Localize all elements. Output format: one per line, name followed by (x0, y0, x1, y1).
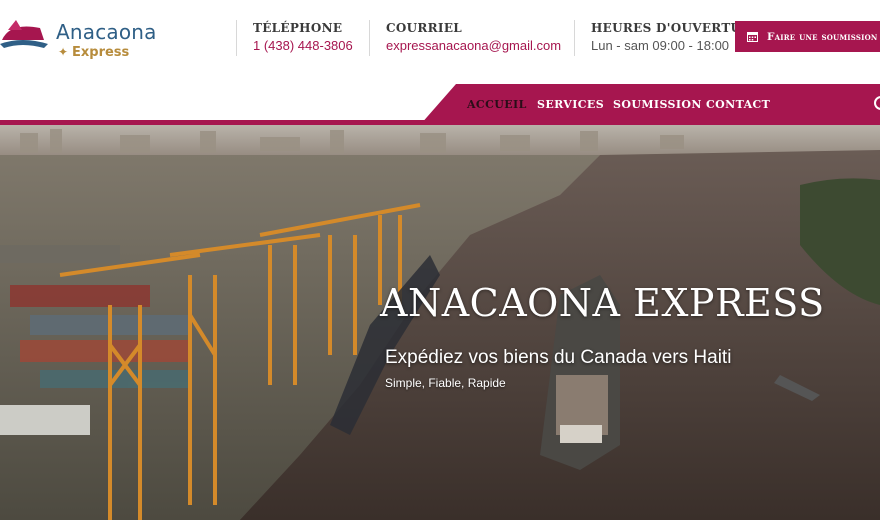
nav-contact[interactable]: CONTACT (706, 98, 770, 111)
hero-tagline: Simple, Fiable, Rapide (385, 376, 506, 390)
hero-title: ANACAONA EXPRESS (380, 281, 825, 325)
logo[interactable]: Anacaona ✦ Express (0, 14, 200, 66)
phone-block: TÉLÉPHONE 1 (438) 448-3806 (236, 20, 353, 56)
email-link[interactable]: expressanacaona@gmail.com (386, 36, 561, 56)
email-title: COURRIEL (386, 21, 463, 35)
ship-logo-icon (0, 20, 48, 48)
hours-block: HEURES D'OUVERTURE Lun - sam 09:00 - 18:… (574, 20, 761, 56)
logo-subtitle: Express (72, 45, 130, 60)
hero-subtitle: Expédiez vos biens du Canada vers Haiti (385, 347, 732, 368)
nav-services[interactable]: SERVICES (537, 98, 604, 111)
request-quote-label: Faire une soumission (767, 30, 878, 43)
logo-star-icon: ✦ (58, 45, 69, 59)
nav-soumission[interactable]: SOUMISSION (613, 98, 702, 111)
phone-title: TÉLÉPHONE (253, 21, 343, 35)
calendar-icon (747, 32, 758, 42)
phone-link[interactable]: 1 (438) 448-3806 (253, 36, 353, 56)
nav-accueil[interactable]: ACCUEIL (467, 98, 527, 111)
site-header: Anacaona ✦ Express TÉLÉPHONE 1 (438) 448… (0, 0, 880, 84)
request-quote-button[interactable]: Faire une soumission (735, 21, 880, 52)
hero-banner: ANACAONA EXPRESS Expédiez vos biens du C… (0, 125, 880, 520)
email-block: COURRIEL expressanacaona@gmail.com (369, 20, 561, 56)
logo-name: Anacaona (56, 20, 157, 44)
